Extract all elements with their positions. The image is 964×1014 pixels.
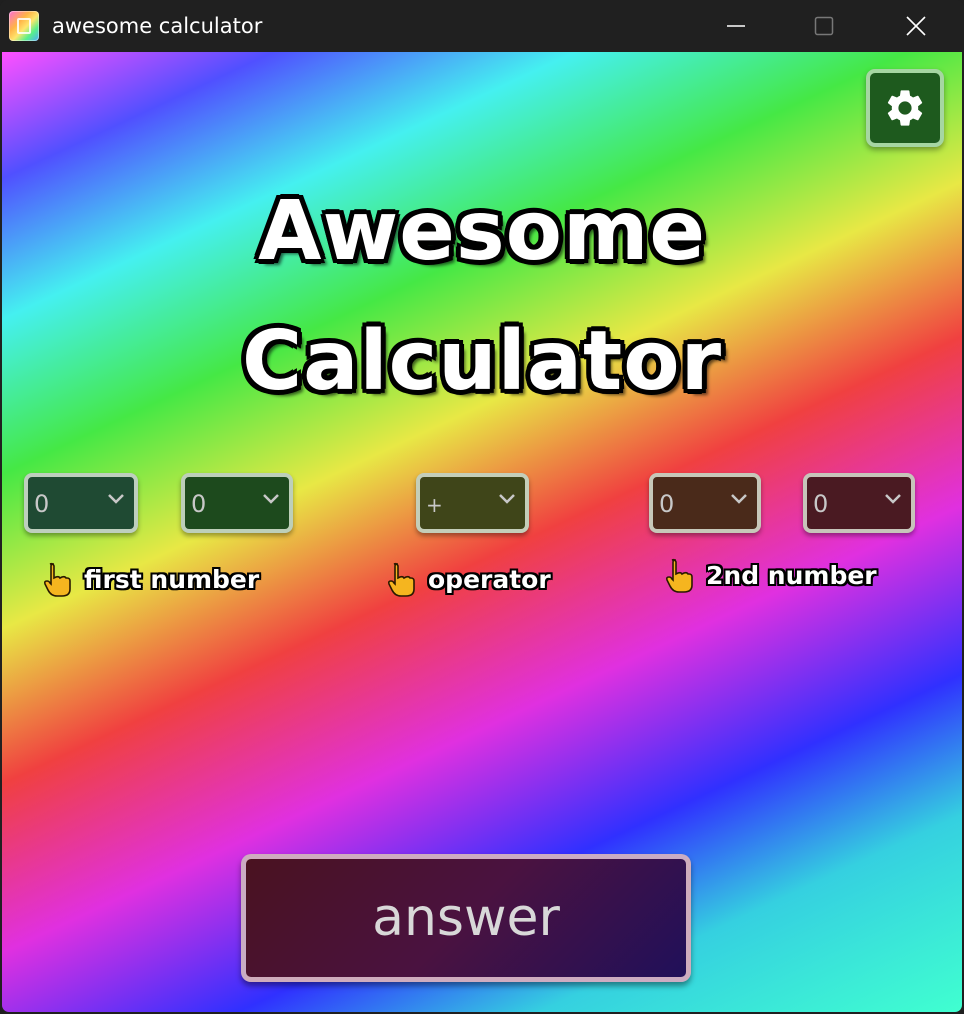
pointing-hand-icon bbox=[665, 558, 693, 593]
label-text: operator bbox=[428, 564, 551, 594]
answer-button-label: answer bbox=[372, 888, 560, 948]
minimize-icon bbox=[727, 25, 745, 27]
first-number-digit-2-select[interactable]: 0 bbox=[181, 473, 293, 533]
gear-icon bbox=[887, 90, 923, 126]
select-value: 0 bbox=[191, 490, 207, 518]
title-line-2: Calculator bbox=[241, 314, 723, 409]
page-title: Awesome Calculator bbox=[2, 167, 962, 427]
minimize-button[interactable] bbox=[690, 0, 782, 52]
answer-button[interactable]: answer bbox=[241, 854, 691, 982]
label-text: 2nd number bbox=[706, 560, 877, 590]
second-number-digit-2-select[interactable]: 0 bbox=[803, 473, 915, 533]
chevron-down-icon bbox=[499, 494, 515, 504]
first-number-label: first number bbox=[38, 561, 259, 597]
operator-label: operator bbox=[382, 561, 551, 597]
title-line-1: Awesome bbox=[257, 184, 707, 279]
chevron-down-icon bbox=[731, 494, 747, 504]
first-number-digit-1-select[interactable]: 0 bbox=[24, 473, 138, 533]
select-value: + bbox=[426, 493, 443, 517]
operator-select[interactable]: + bbox=[416, 473, 529, 533]
label-text: first number bbox=[84, 564, 260, 594]
second-number-label: 2nd number bbox=[660, 557, 877, 593]
select-value: 0 bbox=[34, 490, 50, 518]
pointing-hand-icon bbox=[43, 562, 71, 597]
settings-button[interactable] bbox=[866, 69, 944, 147]
calculator-panel: Awesome Calculator 0 0 + 0 0 first numbe… bbox=[2, 52, 962, 1012]
window-title: awesome calculator bbox=[52, 14, 263, 38]
select-value: 0 bbox=[659, 490, 675, 518]
chevron-down-icon bbox=[263, 494, 279, 504]
app-icon bbox=[9, 11, 39, 41]
select-value: 0 bbox=[813, 490, 829, 518]
second-number-digit-1-select[interactable]: 0 bbox=[649, 473, 761, 533]
maximize-button[interactable] bbox=[778, 0, 870, 52]
close-button[interactable] bbox=[870, 0, 962, 52]
chevron-down-icon bbox=[885, 494, 901, 504]
app-window: awesome calculator Awesome Calculator 0 bbox=[0, 0, 964, 1014]
title-bar: awesome calculator bbox=[0, 0, 964, 52]
maximize-icon bbox=[814, 16, 834, 36]
chevron-down-icon bbox=[108, 494, 124, 504]
close-icon bbox=[906, 16, 926, 36]
pointing-hand-icon bbox=[387, 562, 415, 597]
